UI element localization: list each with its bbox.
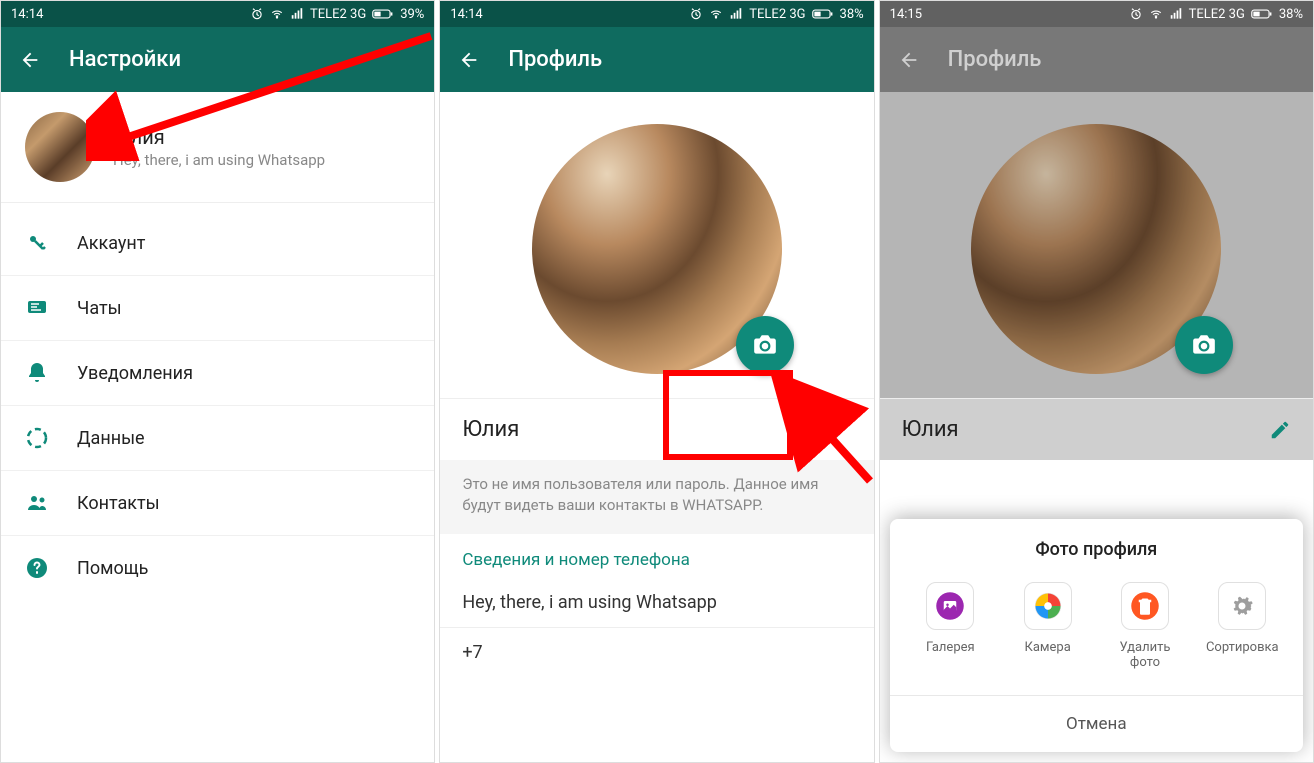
name-row[interactable]: Юлия: [440, 398, 873, 460]
change-photo-button: [1175, 316, 1233, 374]
status-time: 14:14: [450, 7, 482, 22]
option-delete[interactable]: Удалить фото: [1105, 582, 1185, 671]
signal-icon: [290, 7, 304, 21]
menu-label: Помощь: [77, 558, 148, 579]
alarm-icon: [1129, 7, 1143, 21]
bell-icon: [25, 361, 49, 385]
menu-label: Аккаунт: [77, 233, 145, 254]
menu-label: Контакты: [77, 493, 160, 514]
alarm-icon: [689, 7, 703, 21]
page-title: Профиль: [948, 47, 1042, 72]
battery-label: 38%: [840, 7, 864, 22]
back-icon[interactable]: [19, 49, 41, 71]
cancel-button[interactable]: Отмена: [890, 695, 1303, 752]
signal-icon: [729, 7, 743, 21]
camera-icon: [752, 332, 778, 358]
edit-icon: [1269, 419, 1291, 441]
option-label: Галерея: [926, 640, 975, 656]
battery-label: 39%: [400, 7, 424, 22]
alarm-icon: [250, 7, 264, 21]
status-bar: 14:14 TELE2 3G 39%: [1, 1, 434, 27]
battery-icon: [372, 7, 394, 21]
menu-chats[interactable]: Чаты: [1, 275, 434, 340]
section-title: Сведения и номер телефона: [440, 534, 873, 578]
photo-bottom-sheet: Фото профиля Галерея Камера Удалить фото: [890, 519, 1303, 752]
status-bar: 14:15 TELE2 3G 38%: [880, 1, 1313, 27]
wifi-icon: [1149, 7, 1163, 21]
option-label: Удалить фото: [1105, 640, 1185, 671]
status-icons: TELE2 3G 38%: [1129, 7, 1303, 22]
battery-icon: [812, 7, 834, 21]
menu-label: Данные: [77, 428, 145, 449]
chat-icon: [25, 296, 49, 320]
profile-row[interactable]: Юлия Hey, there, i am using Whatsapp: [1, 92, 434, 203]
wifi-icon: [270, 7, 284, 21]
contacts-icon: [25, 491, 49, 515]
option-label: Сортировка: [1206, 640, 1279, 656]
help-icon: [25, 556, 49, 580]
status-icons: TELE2 3G 39%: [250, 7, 424, 22]
data-icon: [25, 426, 49, 450]
key-icon: [25, 231, 49, 255]
gear-icon: [1218, 582, 1266, 630]
signal-icon: [1169, 7, 1183, 21]
page-title: Настройки: [69, 47, 181, 72]
option-camera[interactable]: Камера: [1008, 582, 1088, 671]
profile-name: Юлия: [902, 417, 959, 442]
screen-profile: 14:14 TELE2 3G 38% Профиль Юлия Это не и…: [439, 0, 874, 763]
sheet-title: Фото профиля: [890, 539, 1303, 582]
profile-status: Hey, there, i am using Whatsapp: [113, 151, 325, 169]
menu-label: Чаты: [77, 298, 122, 319]
camera-color-icon: [1024, 582, 1072, 630]
sheet-options: Галерея Камера Удалить фото Сортировка: [890, 582, 1303, 695]
back-icon[interactable]: [898, 49, 920, 71]
avatar-icon: [25, 112, 95, 182]
menu-data[interactable]: Данные: [1, 405, 434, 470]
edit-icon[interactable]: [830, 419, 852, 441]
back-icon[interactable]: [458, 49, 480, 71]
carrier-label: TELE2 3G: [749, 7, 805, 22]
screen-settings: 14:14 TELE2 3G 39% Настройки Юлия Hey, t…: [0, 0, 435, 763]
menu-account[interactable]: Аккаунт: [1, 211, 434, 275]
app-header: Профиль: [880, 27, 1313, 92]
status-time: 14:14: [11, 7, 43, 22]
status-time: 14:15: [890, 7, 922, 22]
carrier-label: TELE2 3G: [1189, 7, 1245, 22]
menu-help[interactable]: Помощь: [1, 535, 434, 600]
profile-name: Юлия: [462, 417, 519, 442]
profile-photo-area: [440, 92, 873, 398]
profile-photo-area: [880, 92, 1313, 398]
gallery-icon: [926, 582, 974, 630]
carrier-label: TELE2 3G: [310, 7, 366, 22]
settings-menu: Аккаунт Чаты Уведомления Данные Контакты…: [1, 203, 434, 608]
option-sort[interactable]: Сортировка: [1202, 582, 1282, 671]
app-header: Профиль: [440, 27, 873, 92]
option-label: Камера: [1024, 640, 1070, 656]
profile-name: Юлия: [113, 125, 325, 149]
name-hint: Это не имя пользователя или пароль. Данн…: [440, 460, 873, 534]
menu-contacts[interactable]: Контакты: [1, 470, 434, 535]
camera-icon: [1191, 332, 1217, 358]
screen-photo-sheet: 14:15 TELE2 3G 38% Профиль Юлия Фото про…: [879, 0, 1314, 763]
change-photo-button[interactable]: [736, 316, 794, 374]
battery-label: 38%: [1279, 7, 1303, 22]
menu-notifications[interactable]: Уведомления: [1, 340, 434, 405]
name-row: Юлия: [880, 398, 1313, 460]
status-line[interactable]: Hey, there, i am using Whatsapp: [440, 578, 873, 627]
menu-label: Уведомления: [77, 363, 193, 384]
app-header: Настройки: [1, 27, 434, 92]
status-icons: TELE2 3G 38%: [689, 7, 863, 22]
page-title: Профиль: [508, 47, 602, 72]
option-gallery[interactable]: Галерея: [910, 582, 990, 671]
wifi-icon: [709, 7, 723, 21]
status-bar: 14:14 TELE2 3G 38%: [440, 1, 873, 27]
battery-icon: [1251, 7, 1273, 21]
phone-line[interactable]: +7: [440, 627, 873, 677]
delete-icon: [1121, 582, 1169, 630]
